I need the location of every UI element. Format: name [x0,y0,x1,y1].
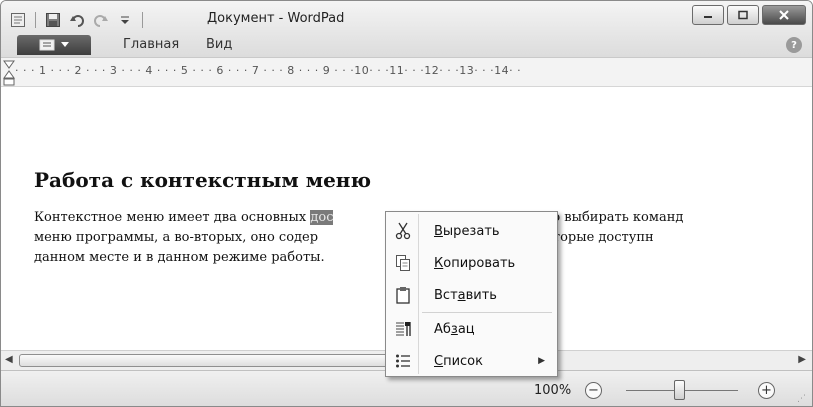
line-text: данном месте и в данном режиме работы. [34,250,325,265]
paste-icon [388,286,418,304]
minimize-icon [704,16,712,18]
resize-grip-icon[interactable]: ⋰ [797,394,806,404]
window-title: Документ - WordPad [207,11,345,26]
zoom-level: 100% [534,383,572,398]
ruler[interactable]: · · · 1 · · · 2 · · · 3 · · · 4 · · · 5 … [1,57,812,87]
menu-item-label: Вырезать [434,223,500,239]
zoom-slider-thumb[interactable] [674,380,685,400]
list-icon [388,353,418,369]
window-controls [692,5,806,25]
ruler-scale: · · · 1 · · · 2 · · · 3 · · · 4 · · · 5 … [15,64,522,77]
tab-view[interactable]: Вид [206,37,232,52]
menu-separator [422,312,552,313]
close-icon [779,10,789,20]
customize-toolbar-dropdown-icon[interactable] [116,11,134,29]
copy-icon [388,254,418,272]
maximize-button[interactable] [727,5,759,25]
indent-marker-icon[interactable] [3,60,15,86]
minimize-button[interactable] [692,5,724,25]
tab-home[interactable]: Главная [123,37,179,52]
toolbar-separator [142,12,143,28]
cut-icon [388,222,418,240]
menu-item-label: Список [434,353,483,369]
chevron-down-icon [61,42,69,47]
line-text: Контекстное меню имеет два основных [34,210,311,225]
menu-item-paragraph[interactable]: Абзац [388,314,555,344]
title-bar: Документ - WordPad Главная Вид ? [1,1,812,57]
selected-text: дос [310,210,334,225]
help-icon[interactable]: ? [786,37,802,53]
document-menu-icon [39,39,55,51]
submenu-arrow-icon: ▶ [538,356,545,366]
scroll-right-icon[interactable]: ▶ [798,354,806,365]
zoom-out-button[interactable]: − [585,382,602,399]
quick-access-toolbar [9,10,145,30]
close-button[interactable] [762,5,806,25]
app-icon[interactable] [9,11,27,29]
redo-icon[interactable] [92,11,110,29]
menu-item-copy[interactable]: Копировать [388,248,555,278]
app-menu-button[interactable] [17,35,91,55]
document-heading: Работа с контекстным меню [34,168,371,192]
save-icon[interactable] [44,11,62,29]
scroll-left-icon[interactable]: ◀ [5,354,13,365]
menu-item-paste[interactable]: Вставить [388,280,555,310]
line-text: меню программы, а во-вторых, оно содер [34,230,319,245]
menu-item-label: Вставить [434,287,497,303]
paragraph-icon [388,321,418,337]
menu-item-label: Копировать [434,255,516,271]
zoom-in-button[interactable]: + [758,382,775,399]
maximize-icon [738,10,748,20]
context-menu: Вырезать Копировать Вставить Абзац Списо… [385,211,558,377]
menu-item-label: Абзац [434,321,475,337]
menu-item-list[interactable]: Список ▶ [388,346,555,376]
toolbar-separator [35,12,36,28]
menu-item-cut[interactable]: Вырезать [388,216,555,246]
undo-icon[interactable] [68,11,86,29]
